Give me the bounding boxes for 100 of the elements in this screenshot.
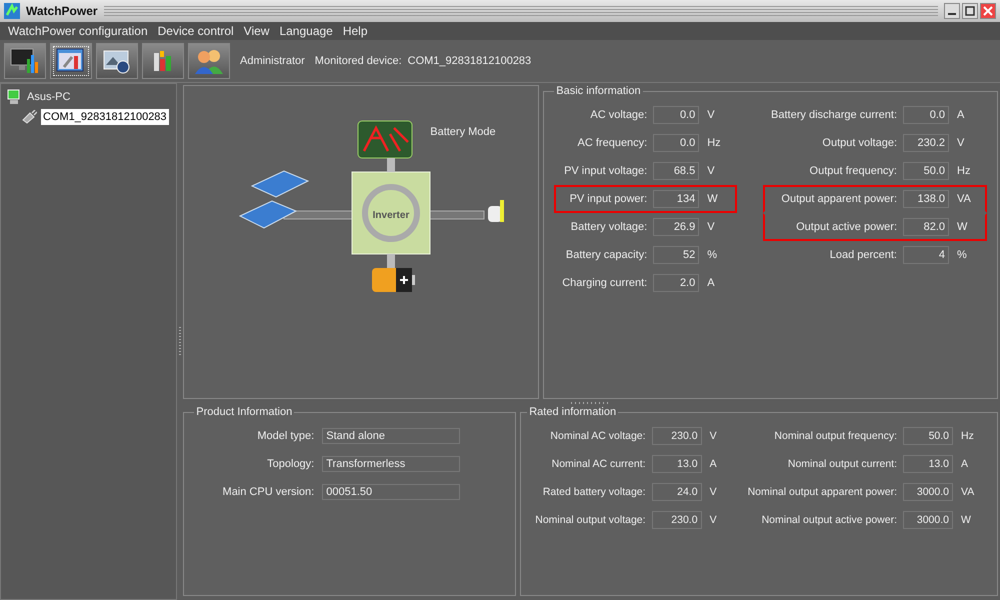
unit-text: A (710, 458, 718, 470)
unit-text: % (707, 249, 718, 261)
menu-item[interactable]: Device control (158, 24, 234, 38)
field-label: Battery capacity: (566, 249, 648, 261)
panel-title: Rated information (528, 406, 618, 418)
value-field: 68.5 (653, 162, 700, 180)
unit-text: W (957, 221, 968, 233)
field-label: PV input voltage: (564, 165, 648, 177)
settings-tools-button[interactable] (50, 43, 92, 79)
unit-text: V (707, 221, 716, 233)
inverter-drawing: Inverter (352, 158, 431, 268)
app-logo-icon (4, 3, 20, 19)
light-bulb-icon (488, 200, 504, 222)
unit-text: A (707, 277, 716, 289)
field-label: PV input power: (570, 193, 648, 205)
value-field: Stand alone (322, 428, 460, 444)
field-label: Main CPU version: (222, 486, 314, 498)
unit-text: A (961, 458, 970, 470)
unit-text: A (957, 109, 966, 121)
value-field: 13.0 (652, 455, 702, 473)
unit-text: VA (957, 193, 972, 205)
battery-icon (372, 268, 416, 292)
value-field: 50.0 (903, 162, 949, 180)
value-field: 0.0 (653, 106, 700, 124)
field-label: Rated battery voltage: (542, 486, 646, 498)
field-label: Nominal output frequency: (774, 430, 897, 442)
close-button[interactable] (980, 3, 996, 19)
value-field: 230.0 (652, 511, 702, 529)
value-field: 230.2 (903, 134, 949, 152)
minimize-button[interactable] (944, 3, 960, 19)
unit-text: V (707, 165, 716, 177)
field-label: Topology: (266, 458, 314, 470)
value-field: 00051.50 (322, 484, 460, 500)
value-field: Transformerless (322, 456, 460, 472)
monitored-device-label: Monitored device: (314, 55, 402, 67)
value-field: 82.0 (903, 218, 949, 236)
value-field: 2.0 (653, 274, 700, 292)
field-label: Output active power: (796, 221, 897, 233)
value-field: 0.0 (653, 134, 700, 152)
window-title: WatchPower (26, 4, 98, 18)
field-label: Nominal output active power: (762, 514, 897, 526)
unit-text: VA (961, 486, 976, 498)
value-field: 4 (903, 246, 949, 264)
monitored-device-text: COM1_92831812100283 (408, 55, 532, 67)
field-label: Nominal output apparent power: (748, 486, 897, 498)
field-label: Model type: (256, 430, 314, 442)
maximize-button[interactable] (962, 3, 978, 19)
field-label: AC frequency: (578, 137, 648, 149)
field-label: Output apparent power: (781, 193, 897, 205)
value-field: 230.0 (652, 427, 702, 445)
value-field: 24.0 (652, 483, 702, 501)
maximize-icon (965, 6, 975, 16)
unit-text: Hz (961, 430, 975, 442)
users-icon (194, 47, 224, 75)
bar-chart-button[interactable] (142, 43, 184, 79)
minimize-icon (948, 13, 956, 15)
photo-camera-button[interactable] (96, 43, 138, 79)
panel-title: Product Information (195, 406, 294, 418)
plug-icon (21, 110, 37, 124)
field-label: Load percent: (830, 249, 897, 261)
solar-panel-icon (239, 170, 310, 229)
unit-text: V (710, 430, 718, 442)
value-field: 26.9 (653, 218, 700, 236)
unit-text: V (707, 109, 716, 121)
field-label: Battery discharge current: (771, 109, 897, 121)
power-grid-icon (358, 120, 413, 158)
field-label: Output frequency: (810, 165, 897, 177)
close-icon (983, 6, 993, 16)
computer-icon (7, 89, 21, 105)
value-field: 50.0 (903, 427, 953, 445)
field-label: Nominal output voltage: (535, 514, 646, 526)
unit-text: W (961, 514, 972, 526)
menu-item[interactable]: Language (279, 24, 333, 38)
users-button[interactable] (188, 43, 230, 79)
value-field: 0.0 (903, 106, 949, 124)
menu-item[interactable]: WatchPower configuration (8, 24, 148, 38)
user-role-text: Administrator (240, 55, 305, 67)
unit-text: % (957, 249, 968, 261)
panel-title: Basic information (555, 85, 642, 97)
field-label: Nominal AC current: (552, 458, 646, 470)
value-field: 52 (653, 246, 700, 264)
tree-item[interactable]: COM1_92831812100283 (41, 109, 169, 125)
field-label: Nominal output current: (788, 458, 897, 470)
value-field: 13.0 (903, 455, 953, 473)
value-field: 138.0 (903, 190, 949, 208)
monitor-chart-button[interactable] (4, 43, 46, 79)
unit-text: V (710, 514, 718, 526)
field-label: Charging current: (562, 277, 648, 289)
monitor-chart-icon (10, 47, 40, 75)
menu-item[interactable]: View (244, 24, 270, 38)
value-field: 3000.0 (903, 511, 953, 529)
mode-text: Battery Mode (430, 126, 496, 138)
unit-text: V (957, 137, 966, 149)
unit-text: V (710, 486, 718, 498)
tree-item[interactable]: Asus-PC (25, 89, 72, 105)
unit-text: Hz (707, 137, 722, 149)
unit-text: W (707, 193, 719, 205)
unit-text: Hz (957, 165, 972, 177)
field-label: Nominal AC voltage: (550, 430, 646, 442)
menu-item[interactable]: Help (342, 24, 368, 38)
